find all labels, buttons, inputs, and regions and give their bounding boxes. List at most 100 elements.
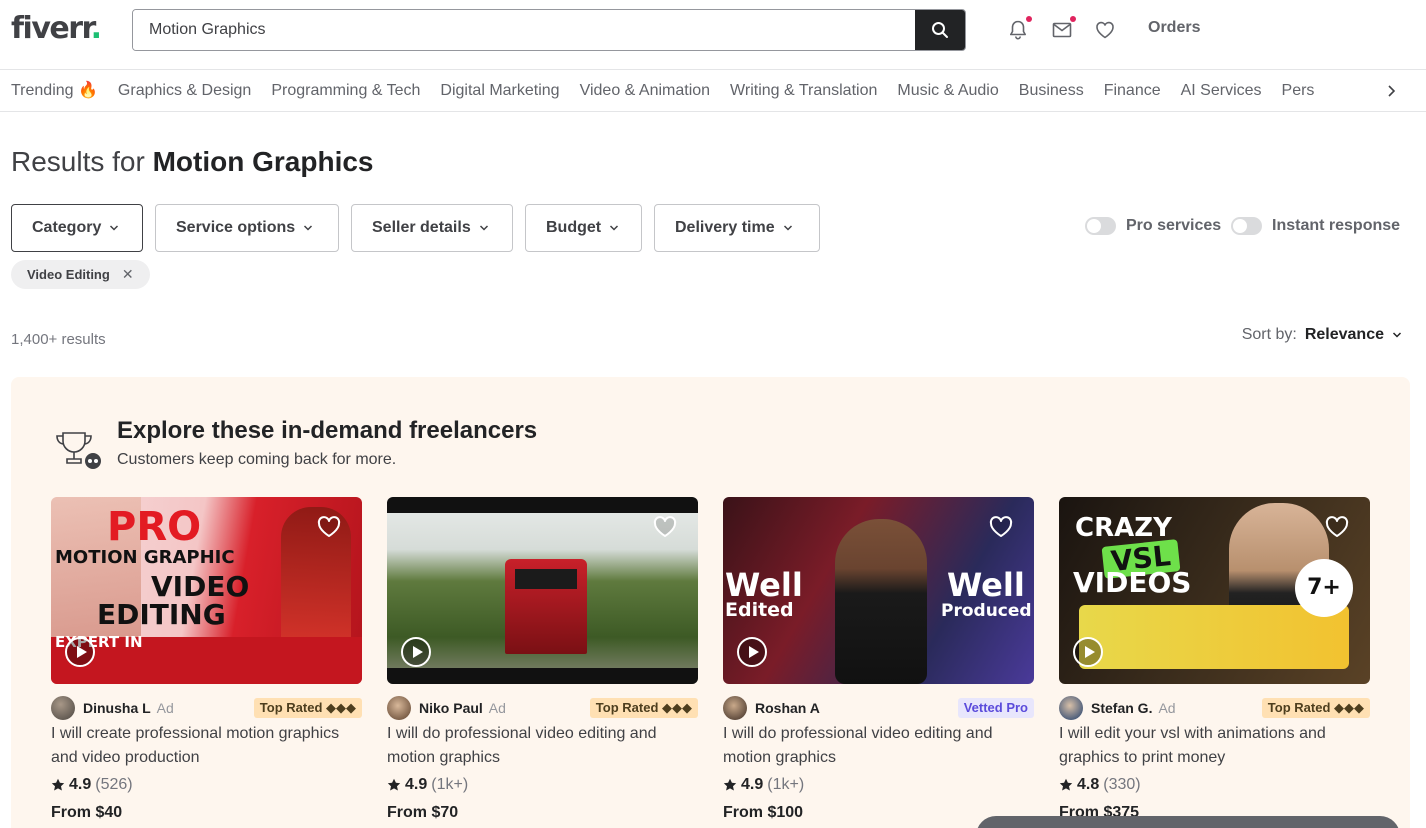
seller-badge: Top Rated ◆◆◆ — [589, 698, 698, 718]
instant-response-toggle[interactable]: Instant response — [1231, 217, 1400, 235]
chevron-down-icon — [783, 225, 792, 231]
toggle-switch[interactable] — [1085, 217, 1116, 235]
gig-title[interactable]: I will create professional motion graphi… — [51, 722, 362, 770]
play-icon[interactable] — [737, 637, 767, 667]
cat-finance[interactable]: Finance — [1104, 71, 1161, 111]
cat-video-animation[interactable]: Video & Animation — [580, 71, 710, 111]
review-count: (1k+) — [431, 776, 469, 793]
ad-label: Ad — [488, 700, 506, 716]
seller-badge: Top Rated ◆◆◆ — [1261, 698, 1370, 718]
cat-music-audio[interactable]: Music & Audio — [897, 71, 998, 111]
bell-icon — [1010, 20, 1026, 40]
play-icon[interactable] — [1073, 637, 1103, 667]
gig-card[interactable]: Niko Paul Ad Top Rated ◆◆◆ I will do pro… — [387, 497, 698, 822]
sort-dropdown[interactable]: Sort by: Relevance — [1242, 326, 1402, 344]
fiverr-logo[interactable]: fiverr. — [11, 11, 102, 46]
cat-programming-tech[interactable]: Programming & Tech — [271, 71, 420, 111]
filter-delivery-time[interactable]: Delivery time — [654, 204, 820, 252]
filter-budget[interactable]: Budget — [525, 204, 642, 252]
star-icon — [723, 778, 737, 791]
thumb-train-window — [515, 569, 577, 589]
orders-link[interactable]: Orders — [1148, 19, 1200, 37]
sort-value: Relevance — [1304, 326, 1384, 343]
chevron-down-icon — [610, 225, 619, 231]
seller-name[interactable]: Niko Paul — [419, 700, 483, 716]
heart-icon[interactable] — [988, 515, 1014, 539]
play-icon[interactable] — [65, 637, 95, 667]
gig-rating: 4.9 (526) — [51, 776, 362, 794]
filter-seller-details[interactable]: Seller details — [351, 204, 513, 252]
search-bar — [132, 9, 966, 51]
page-title: Results for Motion Graphics — [11, 146, 374, 178]
search-button[interactable] — [915, 10, 965, 50]
review-count: (526) — [95, 776, 133, 793]
gig-title[interactable]: I will edit your vsl with animations and… — [1059, 722, 1370, 770]
thumb-caption: Edited — [725, 599, 794, 621]
gig-title[interactable]: I will do professional video editing and… — [387, 722, 698, 770]
floating-action-bar[interactable] — [976, 816, 1400, 828]
seller-name[interactable]: Roshan A — [755, 700, 820, 716]
category-nav: Trending 🔥 Graphics & Design Programming… — [0, 70, 1426, 112]
play-icon[interactable] — [401, 637, 431, 667]
cat-graphics-design[interactable]: Graphics & Design — [118, 71, 251, 111]
toggle-label: Pro services — [1126, 217, 1222, 234]
gig-thumbnail[interactable] — [387, 497, 698, 684]
cat-writing-translation[interactable]: Writing & Translation — [730, 71, 877, 111]
seller-name[interactable]: Dinusha L — [83, 700, 151, 716]
filter-label: Budget — [546, 219, 602, 236]
gig-thumbnail[interactable]: CRAZY VSL VIDEOS 7+ — [1059, 497, 1370, 684]
cat-trending[interactable]: Trending 🔥 — [11, 71, 98, 111]
gig-card[interactable]: CRAZY VSL VIDEOS 7+ Stefan G. Ad Top Rat… — [1059, 497, 1370, 822]
notification-dot — [1026, 16, 1032, 22]
heart-icon[interactable] — [1324, 515, 1350, 539]
filter-category[interactable]: Category — [11, 204, 143, 252]
favorites-button[interactable] — [1094, 19, 1116, 41]
gig-card[interactable]: Well Edited Well Produced Roshan A Vette… — [723, 497, 1034, 822]
results-query: Motion Graphics — [152, 146, 374, 177]
rating-value: 4.9 — [405, 776, 428, 793]
thumb-caption: VIDEO — [151, 570, 250, 603]
chip-label: Video Editing — [27, 267, 110, 282]
mail-icon — [1052, 22, 1072, 38]
toggle-switch[interactable] — [1231, 217, 1262, 235]
seller-name[interactable]: Stefan G. — [1091, 700, 1152, 716]
gig-thumbnail[interactable]: Well Edited Well Produced — [723, 497, 1034, 684]
thumb-person — [835, 519, 927, 684]
chevron-right-icon — [1388, 84, 1396, 97]
top-header: fiverr. Orders — [0, 0, 1426, 70]
heart-icon[interactable] — [652, 515, 678, 539]
pro-services-toggle[interactable]: Pro services — [1085, 217, 1221, 235]
gig-price: From $70 — [387, 804, 459, 821]
close-icon[interactable]: ✕ — [122, 266, 134, 283]
thumb-caption: Well — [725, 566, 803, 604]
toggle-label: Instant response — [1272, 217, 1401, 234]
gig-rating: 4.9 (1k+) — [387, 776, 698, 794]
thumb-caption: VIDEOS — [1073, 566, 1192, 599]
filter-service-options[interactable]: Service options — [155, 204, 339, 252]
gig-title[interactable]: I will do professional video editing and… — [723, 722, 1034, 770]
search-input[interactable] — [133, 10, 917, 50]
heart-icon[interactable] — [316, 515, 342, 539]
thumb-caption: MOTION GRAPHIC — [55, 547, 235, 568]
cat-business[interactable]: Business — [1019, 71, 1084, 111]
avatar[interactable] — [1059, 696, 1083, 720]
results-count: 1,400+ results — [11, 331, 106, 348]
gig-thumbnail[interactable]: PRO MOTION GRAPHIC VIDEO EDITING EXPERT … — [51, 497, 362, 684]
avatar[interactable] — [387, 696, 411, 720]
avatar[interactable] — [723, 696, 747, 720]
messages-button[interactable] — [1051, 16, 1076, 41]
seller-row: Niko Paul Ad Top Rated ◆◆◆ — [387, 696, 698, 720]
notifications-button[interactable] — [1007, 16, 1032, 41]
gig-card[interactable]: PRO MOTION GRAPHIC VIDEO EDITING EXPERT … — [51, 497, 362, 822]
logo-text: fiverr — [11, 11, 92, 46]
cat-ai-services[interactable]: AI Services — [1181, 71, 1262, 111]
cat-digital-marketing[interactable]: Digital Marketing — [440, 71, 559, 111]
cat-personal[interactable]: Pers — [1282, 71, 1315, 111]
nav-scroll-right[interactable] — [1356, 70, 1426, 111]
avatar[interactable] — [51, 696, 75, 720]
panel-title: Explore these in-demand freelancers — [117, 417, 538, 444]
seller-row: Stefan G. Ad Top Rated ◆◆◆ — [1059, 696, 1370, 720]
seller-row: Dinusha L Ad Top Rated ◆◆◆ — [51, 696, 362, 720]
filter-label: Seller details — [372, 219, 471, 236]
trophy-icon — [56, 432, 101, 469]
